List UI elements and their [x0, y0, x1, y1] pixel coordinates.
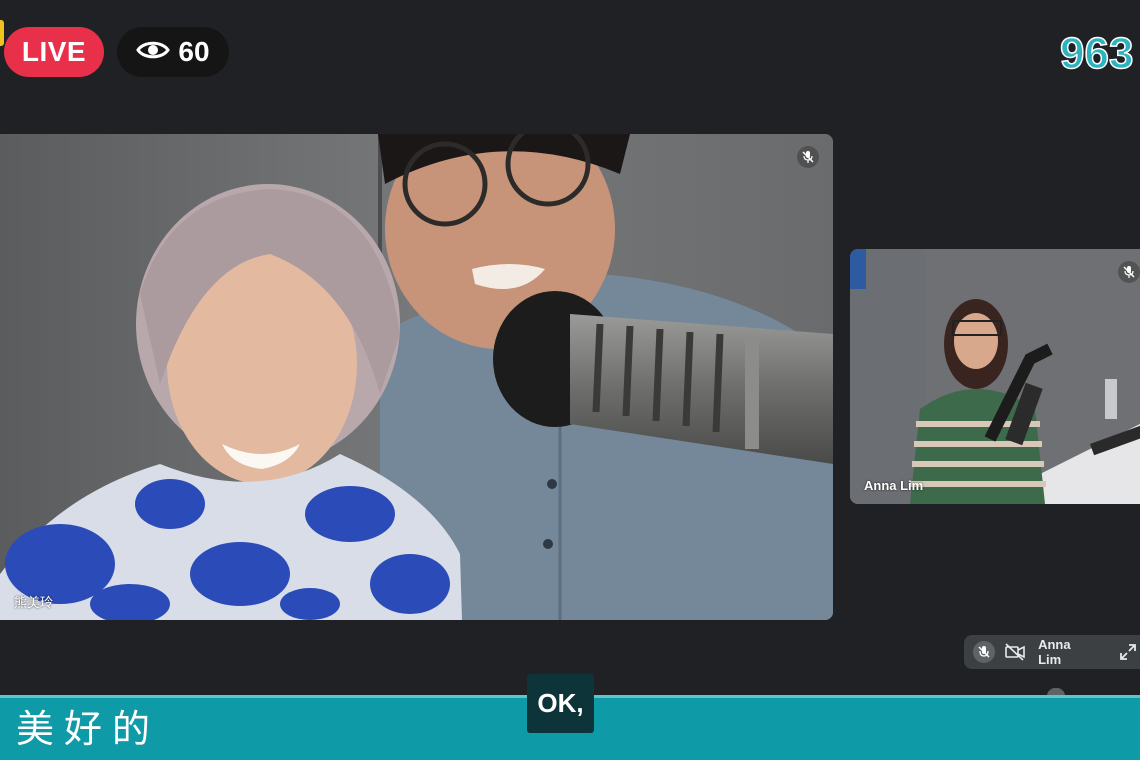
- expand-icon[interactable]: [1117, 640, 1140, 664]
- side-video-tile[interactable]: Anna Lim: [850, 249, 1140, 504]
- mic-off-icon: [1118, 261, 1140, 283]
- corner-accent: [0, 20, 4, 46]
- video-frame: [850, 249, 1140, 504]
- svg-text:963: 963: [1060, 29, 1133, 78]
- mic-off-icon[interactable]: [972, 640, 995, 664]
- station-logo: 963: [1058, 22, 1140, 82]
- live-label: LIVE: [21, 36, 87, 67]
- self-view-pill[interactable]: Anna Lim: [964, 635, 1140, 669]
- camera-off-icon[interactable]: [1003, 640, 1026, 664]
- subtitle-text: OK,: [537, 688, 584, 718]
- subtitle-box: OK,: [527, 674, 594, 733]
- participant-name: 熊美玲: [14, 595, 54, 610]
- eye-icon: [136, 36, 171, 68]
- self-view-name: Anna Lim: [1038, 637, 1071, 667]
- viewer-count-badge: 60: [117, 27, 229, 77]
- video-frame: [0, 134, 833, 620]
- live-badge: LIVE: [4, 27, 104, 77]
- caption-ticker-text: 美好的: [16, 707, 161, 751]
- participant-name: Anna Lim: [864, 478, 924, 493]
- main-video-tile[interactable]: 熊美玲: [0, 134, 833, 620]
- viewer-count: 60: [178, 36, 210, 67]
- mic-off-icon: [797, 146, 819, 168]
